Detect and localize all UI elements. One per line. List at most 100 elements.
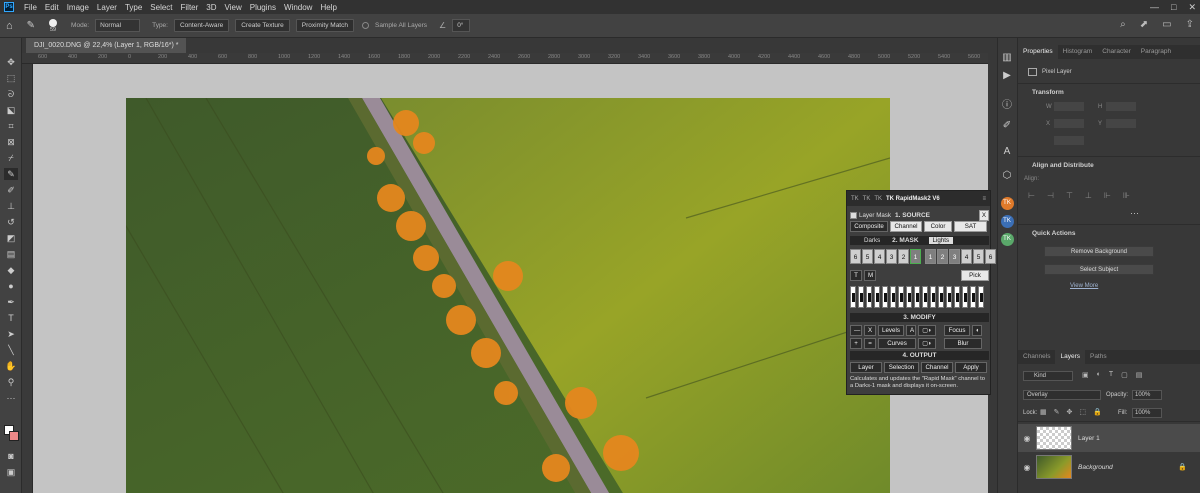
layer-mask-checkbox[interactable] [850,212,857,219]
lock-pixels-icon[interactable]: ▦ [1040,408,1047,416]
pick-button[interactable]: Pick [961,270,989,281]
mask-slider[interactable] [930,286,936,308]
menu-plugins[interactable]: Plugins [246,3,280,12]
visibility-eye-icon[interactable]: ◉ [1018,434,1036,443]
info-panel-icon[interactable]: ⓘ [998,96,1016,111]
3d-panel-icon[interactable]: ⬡ [998,170,1016,184]
visibility-eye-icon[interactable]: ◉ [1018,463,1036,472]
kind-filter-select[interactable]: Kind [1023,371,1073,381]
menu-window[interactable]: Window [280,3,316,12]
view-more-link[interactable]: View More [1070,283,1098,289]
move-tool-icon[interactable]: ✥ [4,56,18,68]
align-distribute-title[interactable]: Align and Distribute [1032,162,1094,169]
layer-row[interactable]: ◉ Layer 1 [1018,424,1200,452]
workspace-icon[interactable]: ▭ [1162,19,1171,30]
source-close-button[interactable]: X [978,210,989,221]
hand-tool-icon[interactable]: ✋ [4,360,18,372]
blur-button[interactable]: Blur [944,338,982,349]
type-tool-icon[interactable]: T [4,312,18,324]
shape-tool-icon[interactable]: ╲ [4,344,18,356]
mask-slider[interactable] [946,286,952,308]
m-button[interactable]: M [864,270,876,281]
curves-toggle-icon[interactable]: ▢◗ [918,338,936,349]
healing-brush-tool-icon[interactable]: ✎ [4,168,18,180]
channel-source-button[interactable]: Channel [890,221,922,232]
angle-transform-input[interactable] [1054,136,1084,145]
lights-6-button[interactable]: 6 [985,249,996,264]
menu-image[interactable]: Image [63,3,93,12]
output-channel-button[interactable]: Channel [921,362,953,373]
opacity-input[interactable]: 100% [1132,390,1162,400]
quick-actions-title[interactable]: Quick Actions [1032,230,1075,237]
photoshop-logo-icon[interactable]: Ps [4,2,14,12]
blend-mode-select[interactable]: Overlay [1023,390,1101,400]
create-texture-button[interactable]: Create Texture [235,19,290,32]
filter-smart-icon[interactable]: ▤ [1136,371,1143,379]
layer-name[interactable]: Layer 1 [1078,435,1100,442]
tk-panel-icon-1[interactable]: TK [998,196,1016,210]
modify-toggle-icon[interactable]: ▢◗ [918,325,936,336]
tab-paragraph[interactable]: Paragraph [1136,45,1176,59]
screen-mode-icon[interactable]: ▣ [4,466,18,478]
marquee-tool-icon[interactable]: ⬚ [4,72,18,84]
mask-slider[interactable] [978,286,984,308]
lock-all-icon[interactable]: 🔒 [1093,408,1102,416]
tab-properties[interactable]: Properties [1018,45,1058,59]
tab-layers[interactable]: Layers [1055,350,1085,364]
tab-character[interactable]: Character [1097,45,1136,59]
lights-1-button[interactable]: 1 [925,249,936,264]
menu-filter[interactable]: Filter [177,3,203,12]
brush-preview-icon[interactable] [49,18,58,27]
darks-5-button[interactable]: 5 [862,249,873,264]
menu-3d[interactable]: 3D [202,3,220,12]
maximize-icon[interactable]: □ [1171,0,1176,14]
equals-button[interactable]: = [864,338,876,349]
background-color-swatch[interactable] [9,431,19,441]
share-upload-icon[interactable]: ⇪ [1186,19,1194,30]
eraser-tool-icon[interactable]: ◩ [4,232,18,244]
search-icon[interactable]: ⌕ [1120,19,1126,30]
lock-paint-icon[interactable]: ✎ [1054,408,1060,416]
mask-slider[interactable] [898,286,904,308]
lights-3-button[interactable]: 3 [949,249,960,264]
healing-brush-icon[interactable]: ✎ [27,20,35,31]
mask-slider[interactable] [914,286,920,308]
darks-2-button[interactable]: 2 [898,249,909,264]
color-source-button[interactable]: Color [924,221,952,232]
close-icon[interactable]: ✕ [1188,0,1196,14]
stamp-tool-icon[interactable]: ⊥ [4,200,18,212]
menu-help[interactable]: Help [316,3,340,12]
lock-artboard-icon[interactable]: ⬚ [1079,408,1086,416]
actions-play-icon[interactable]: ▶ [998,70,1016,84]
brush-tool-icon[interactable]: ✐ [4,184,18,196]
mask-slider[interactable] [858,286,864,308]
tab-channels[interactable]: Channels [1018,350,1055,364]
mask-slider[interactable] [850,286,856,308]
sample-all-layers-checkbox[interactable] [361,22,369,29]
mode-select[interactable]: Normal [95,19,141,32]
focus-button[interactable]: Focus [944,325,970,336]
mask-slider[interactable] [890,286,896,308]
mask-slider[interactable] [954,286,960,308]
darks-3-button[interactable]: 3 [886,249,897,264]
rapidmask-tab-1[interactable]: TK [851,196,859,202]
align-right-icon[interactable]: ⊤ [1066,191,1073,200]
menu-file[interactable]: File [20,3,41,12]
history-panel-icon[interactable]: ▥ [998,52,1016,66]
tk-panel-icon-3[interactable]: TK [998,232,1016,246]
rapidmask-tab-3[interactable]: TK [874,196,882,202]
brush-settings-icon[interactable]: ✐ [998,120,1016,134]
filter-adjust-icon[interactable]: ◐ [1097,371,1101,379]
more-options-icon[interactable]: ··· [1130,208,1139,218]
character-panel-icon[interactable]: A [998,146,1016,160]
lock-position-icon[interactable]: ✥ [1067,408,1073,416]
lasso-tool-icon[interactable]: ᘐ [4,88,18,100]
layer-row[interactable]: ◉ Background 🔒 [1018,453,1200,481]
align-bottom-icon[interactable]: ⊪ [1123,191,1130,200]
rapidmask-title[interactable]: TK RapidMask2 V6 [886,196,940,202]
darks-4-button[interactable]: 4 [874,249,885,264]
quick-mask-icon[interactable]: ◙ [4,450,18,462]
angle-input[interactable]: 0° [452,19,471,32]
apply-button[interactable]: Apply [955,362,987,373]
align-left-icon[interactable]: ⊢ [1028,191,1035,200]
